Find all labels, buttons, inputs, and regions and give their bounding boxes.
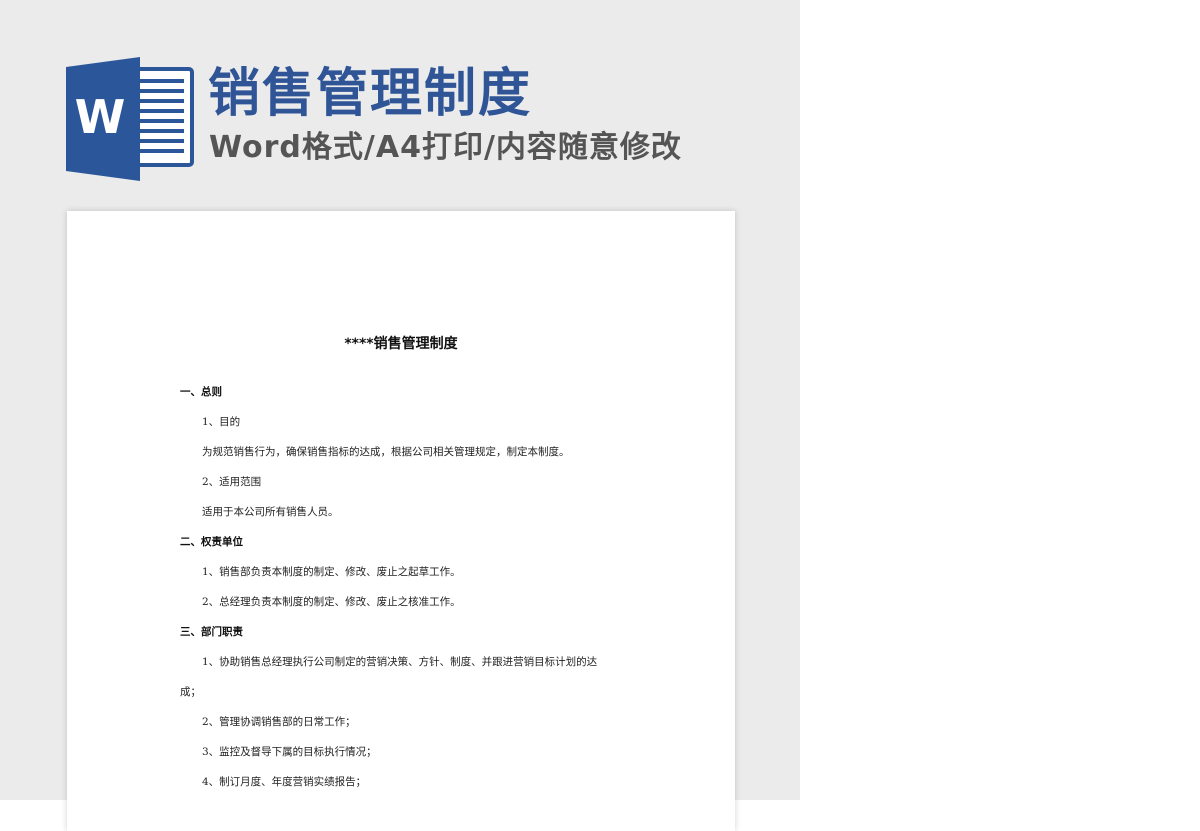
- section-heading-general: 一、总则: [180, 386, 222, 398]
- doc-paragraph: 2、适用范围: [202, 476, 262, 488]
- document-page: ****销售管理制度 一、总则 1、目的 为规范销售行为，确保销售指标的达成，根…: [67, 211, 735, 831]
- document-title: ****销售管理制度: [344, 336, 458, 352]
- word-document-icon: W: [66, 57, 194, 181]
- section-heading-duties: 三、部门职责: [180, 626, 243, 638]
- doc-paragraph: 适用于本公司所有销售人员。: [202, 506, 339, 518]
- doc-paragraph: 为规范销售行为，确保销售指标的达成，根据公司相关管理规定，制定本制度。: [202, 446, 570, 458]
- blank-side-area: [800, 0, 1200, 800]
- doc-paragraph: 3、监控及督导下属的目标执行情况；: [202, 746, 377, 758]
- doc-paragraph: 2、管理协调销售部的日常工作；: [202, 716, 356, 728]
- doc-paragraph: 4、制订月度、年度营销实绩报告；: [202, 776, 367, 788]
- doc-paragraph: 2、总经理负责本制度的制定、修改、废止之核准工作。: [202, 596, 461, 608]
- doc-paragraph: 1、目的: [202, 416, 241, 428]
- section-heading-responsibility: 二、权责单位: [180, 536, 243, 548]
- banner-title: 销售管理制度: [208, 64, 533, 124]
- logo-letter: W: [75, 90, 126, 144]
- banner-subtitle: Word格式/A4打印/内容随意修改: [209, 130, 682, 165]
- doc-paragraph: 成；: [180, 686, 201, 698]
- doc-paragraph: 1、协助销售总经理执行公司制定的营销决策、方针、制度、并跟进营销目标计划的达: [202, 656, 598, 668]
- doc-paragraph: 1、销售部负责本制度的制定、修改、废止之起草工作。: [202, 566, 461, 578]
